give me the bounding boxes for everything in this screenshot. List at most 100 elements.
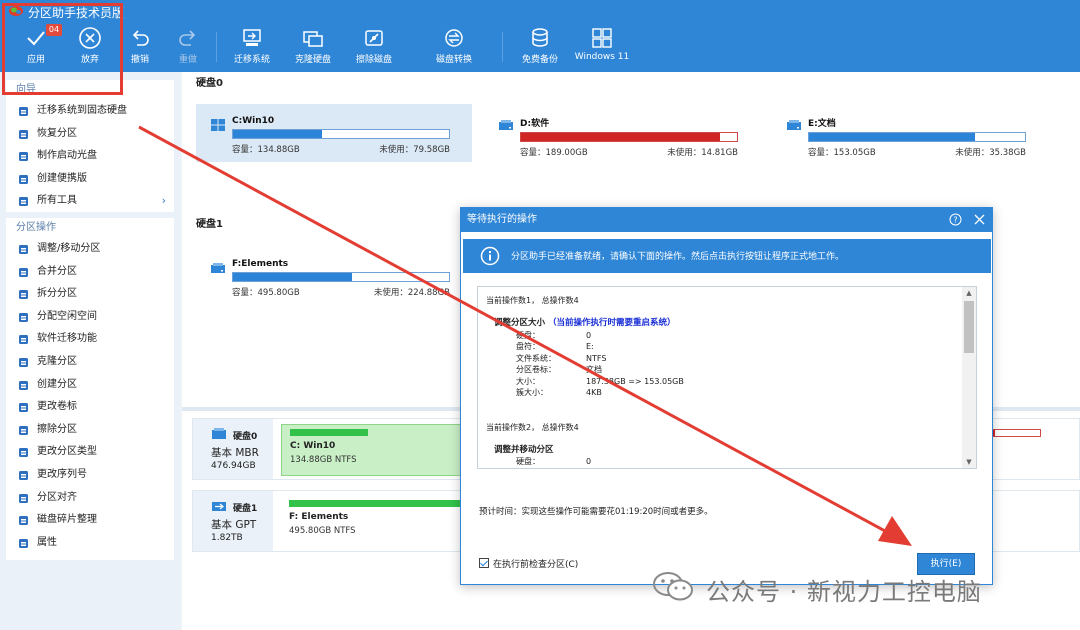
sidebar-item-ops-12[interactable]: 磁盘碎片整理 [6,509,174,532]
sidebar-item-wizard-1[interactable]: 恢复分区 [6,123,174,146]
partition-card[interactable]: E:文档 容量：153.05GB 未使用：35.38GB [772,104,1048,162]
sidebar-item-ops-3[interactable]: 分配空闲空间 [6,306,174,329]
convert-icon [445,29,463,47]
log-detail-key: 文件系统： [516,353,556,363]
log-spacer [486,433,960,445]
operations-log-content: 当前操作数1， 总操作数4 调整分区大小 （当前操作执行时需要重启系统） 硬盘：… [486,295,960,468]
log-spacer [486,399,960,411]
partition-usage-fill [521,133,720,141]
sidebar-item-label: 创建便携版 [37,172,87,184]
drive-icon [787,120,801,130]
close-icon[interactable] [973,213,986,226]
pending-operations-dialog: 等待执行的操作 ? 分区助手已经准备就绪，请确认下面的操作。然后点击执行按钮让程… [460,207,993,585]
wipe-disk-button[interactable]: 擦除磁盘 [344,26,404,70]
windows-drive-icon [211,119,225,131]
scroll-down-icon[interactable]: ▼ [962,456,976,468]
log-detail-key: 盘符： [516,342,540,351]
toolbar-separator [502,32,503,62]
disk-map-partition[interactable]: C: Win10 134.88GB NTFS [281,424,481,476]
sidebar-item-wizard-0[interactable]: 迁移系统到固态硬盘 [6,100,174,123]
sidebar-item-ops-9[interactable]: 更改分区类型 [6,441,174,464]
sidebar-item-label: 分区对齐 [37,491,77,503]
partition-stats: 容量：495.80GB 未使用：224.88GB [232,286,450,298]
id-icon [19,448,28,458]
partition-card[interactable]: D:软件容量：189.00GB 未使用：14.81GB [484,104,760,162]
hard-disk-icon [212,428,226,439]
disk0-title: 硬盘0 [196,78,223,89]
partition-usage-fill [233,130,322,138]
sidebar-item-label: 所有工具 [37,195,77,207]
sidebar-item-wizard-2[interactable]: 制作启动光盘 [6,145,174,168]
check-icon [27,31,45,46]
wizard-panel: 向导 迁移系统到固态硬盘 恢复分区 制作启动光盘创建便携版所有工具 › [6,80,174,212]
sidebar-item-ops-10[interactable]: 更改序列号 [6,464,174,487]
windows11-button[interactable]: Windows 11 [572,26,632,70]
dialog-info-text: 分区助手已经准备就绪，请确认下面的操作。然后点击执行按钮让程序正式地工作。 [511,252,845,262]
disk-map-partition-name: C: Win10 [290,441,336,451]
check-before-execute-label: 在执行前检查分区(C) [493,560,579,570]
serial-icon [19,470,28,480]
partition-ops-panel: 分区操作 调整/移动分区 合并分区 拆分分区 分配空闲空间 软件迁移功能 克隆分区 创建分区… [6,218,174,560]
help-icon[interactable]: ? [949,213,962,226]
disk1-title: 硬盘1 [196,219,223,230]
log-spacer [486,307,960,319]
op1-title: 调整分区大小 [494,318,546,328]
disk-map-partition[interactable]: F: Elements 495.80GB NTFS [281,496,481,548]
split-icon [19,290,28,300]
sidebar-item-label: 更改分区类型 [37,446,97,458]
app-migrate-icon [19,335,28,345]
sidebar-item-ops-4[interactable]: 软件迁移功能 [6,328,174,351]
partition-card[interactable]: C:Win10 容量：134.88GB 未使用：79.58GB [196,104,472,162]
op1-title-line: 调整分区大小 （当前操作执行时需要重启系统） [486,318,960,330]
disk-convert-button[interactable]: 磁盘转换 [424,26,484,70]
watermark-text: 公众号 · 新视力工控电脑 [706,578,982,606]
sidebar-item-wizard-3[interactable]: 创建便携版 [6,168,174,191]
windows11-label: Windows 11 [574,52,630,62]
sidebar-item-ops-6[interactable]: 创建分区 [6,374,174,397]
sidebar-item-ops-1[interactable]: 合并分区 [6,261,174,284]
sidebar-item-ops-0[interactable]: 调整/移动分区 [6,238,174,261]
partition-card[interactable]: F:Elements 容量：495.80GB 未使用：224.88GB [196,247,472,305]
partition-name: D:软件 [520,119,550,129]
log-detail-row: 盘符： E: [486,341,960,353]
disk-map-info: 硬盘1 基本 GPT 1.82TB [193,491,273,551]
clone-disk-icon [303,31,323,47]
sidebar-item-wizard-4[interactable]: 所有工具 › [6,190,174,213]
log-detail-key: 大小： [516,376,540,386]
app-title: 分区助手技术员版 [28,6,125,20]
free-backup-button[interactable]: 免费备份 [510,26,570,70]
wizard-panel-title: 向导 [16,84,36,95]
restore-partition-icon [19,129,28,139]
wipe-disk-label: 擦除磁盘 [355,55,392,65]
create-partition-icon [19,380,28,390]
migrate-system-button[interactable]: 迁移系统 [222,26,282,70]
scroll-up-icon[interactable]: ▲ [962,287,976,299]
partition-usage-bar [232,129,450,139]
partition-usage-bar [520,132,738,142]
sidebar-item-ops-11[interactable]: 分区对齐 [6,487,174,510]
sidebar-item-label: 创建分区 [37,378,77,390]
op2-title: 调整并移动分区 [494,444,554,455]
sidebar-item-ops-7[interactable]: 更改卷标 [6,396,174,419]
partition-stats: 容量：189.00GB 未使用：14.81GB [520,146,738,158]
disk-map-type: 基本 MBR [211,447,259,459]
merge-icon [19,267,28,277]
sidebar-item-ops-8[interactable]: 擦除分区 [6,419,174,442]
log-scrollbar[interactable]: ▲ ▼ [962,287,976,468]
redo-label: 重做 [178,55,197,65]
redo-button[interactable]: 重做 [158,26,218,70]
sidebar-item-ops-5[interactable]: 克隆分区 [6,351,174,374]
partition-free: 未使用：14.81GB [667,148,738,158]
app-logo-icon [9,6,23,16]
sidebar-item-ops-2[interactable]: 拆分分区 [6,283,174,306]
free-backup-label: 免费备份 [521,55,558,65]
partition-free: 未使用：224.88GB [373,288,450,298]
operations-log[interactable]: 当前操作数1， 总操作数4 调整分区大小 （当前操作执行时需要重启系统） 硬盘：… [477,286,977,469]
check-before-execute-checkbox[interactable] [479,558,489,568]
clone-disk-button[interactable]: 克隆硬盘 [283,26,343,70]
sidebar-item-ops-13[interactable]: 属性 [6,532,174,555]
op1-note: （当前操作执行时需要重启系统） [547,318,676,328]
scroll-thumb[interactable] [964,301,974,353]
log-detail-value: 0 [586,457,592,466]
time-estimate: 预计时间：实现这些操作可能需要花01:19:20时间或者更多。 [479,507,713,517]
